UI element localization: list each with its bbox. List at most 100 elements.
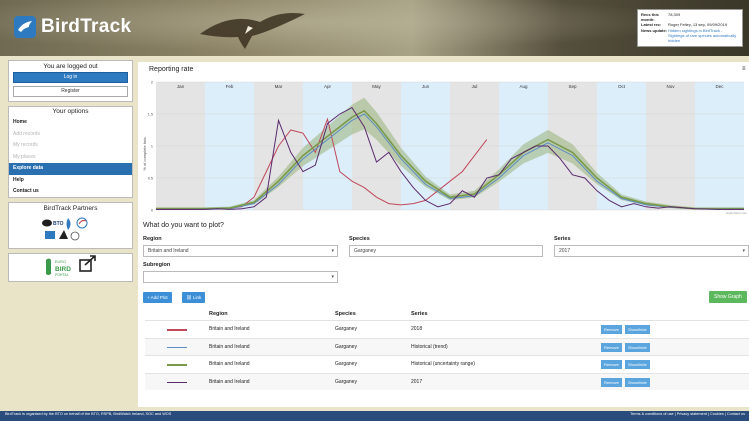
remove-button[interactable]: Remove	[601, 377, 622, 387]
login-status: You are logged out	[43, 63, 98, 70]
month-label: Feb	[226, 84, 234, 89]
show-hide-button[interactable]: Show/hide	[625, 342, 650, 352]
site-footer: BirdTrack is organised by the BTO on beh…	[0, 411, 749, 421]
bto-logo[interactable]: BTO	[42, 219, 64, 228]
ebp-line3: PORTAL	[55, 273, 69, 277]
header-region: Region	[209, 311, 228, 317]
wos-logo[interactable]	[59, 230, 68, 239]
news-link[interactable]: Hidden sightings in BirdTrack - Sighting…	[668, 28, 739, 44]
login-button[interactable]: Log in	[13, 72, 128, 83]
subregion-label: Subregion	[143, 262, 171, 268]
row-region: Britain and Ireland	[209, 343, 250, 350]
sidebar: You are logged out Log in Register Your …	[8, 60, 133, 286]
news-value: 78,309	[668, 12, 681, 17]
month-label: Jan	[177, 84, 185, 89]
month-label: Dec	[715, 84, 724, 89]
series-color-swatch	[167, 329, 187, 331]
row-species: Garganey	[335, 361, 357, 367]
species-input[interactable]: Garganey	[349, 245, 543, 257]
partner-logo[interactable]	[70, 231, 80, 241]
month-label: Sep	[568, 84, 577, 89]
month-label: Aug	[519, 84, 528, 89]
y-axis-ticks: 0 0.5 1 1.5 2	[148, 81, 153, 213]
y-tick-label: 1.5	[148, 113, 153, 117]
add-plot-button[interactable]: + Add Plot	[143, 292, 172, 303]
row-region: Britain and Ireland	[209, 326, 250, 332]
news-box: Recs this month: 78,309 Latest rec: Roger …	[637, 9, 743, 47]
app-name: BirdTrack	[41, 16, 132, 37]
show-hide-button[interactable]: Show/hide	[625, 325, 650, 334]
remove-button[interactable]: Remove	[601, 325, 622, 334]
row-series: 2017	[411, 378, 423, 385]
menu-my-places: My places	[13, 153, 36, 160]
month-label: Jul	[472, 84, 478, 89]
soc-logo[interactable]	[45, 231, 55, 239]
month-label: Nov	[666, 84, 675, 89]
show-hide-button[interactable]: Show/hide	[625, 377, 650, 387]
y-tick-label: 2	[151, 81, 153, 85]
reporting-rate-chart: Jan Feb Mar Apr May Jun Jul Aug Sep Oct Nov Dec 0 0.…	[142, 81, 747, 216]
eurobirdportal-panel[interactable]: EURO BIRD PORTAL	[8, 253, 133, 282]
table-row: Britain and Ireland Garganey 2018 Remove…	[145, 320, 749, 338]
birdwatch-ireland-logo[interactable]	[76, 217, 88, 229]
remove-button[interactable]: Remove	[601, 342, 622, 352]
series-color-swatch	[167, 364, 187, 366]
chart-title: Reporting rate	[149, 66, 194, 73]
register-button[interactable]: Register	[13, 86, 128, 97]
menu-home[interactable]: Home	[9, 117, 132, 129]
chevron-down-icon: ▾	[742, 248, 745, 254]
month-label: Jun	[422, 84, 430, 89]
table-row: Britain and Ireland Garganey Historical …	[145, 337, 749, 355]
row-series: Historical (trend)	[411, 343, 448, 350]
chart-credit: Highcharts.com	[726, 211, 747, 215]
partners-panel: BirdTrack Partners BTO	[8, 202, 133, 249]
news-key: News update:	[641, 27, 668, 33]
footer-text: BirdTrack is organised by the BTO on beh…	[5, 412, 172, 416]
news-key: Recs this month:	[641, 12, 659, 23]
chevron-down-icon: ▾	[331, 274, 334, 280]
ebp-line2: BIRD	[55, 266, 71, 273]
y-axis-label: % of complete lists	[142, 137, 147, 170]
month-label: Oct	[618, 84, 626, 89]
row-region: Britain and Ireland	[209, 378, 250, 385]
osprey-image	[200, 13, 305, 49]
remove-button[interactable]: Remove	[601, 360, 622, 369]
month-label: May	[372, 84, 381, 89]
link-button[interactable]: ⛓ Link	[182, 292, 206, 303]
birdtrack-logo[interactable]: BirdTrack	[14, 16, 131, 38]
y-tick-label: 1	[151, 145, 153, 149]
header-series: Series	[411, 311, 428, 317]
chart-menu-icon[interactable]: ≡	[742, 66, 746, 72]
plot-series-table: Region Species Series Britain and Irelan…	[145, 308, 749, 390]
row-region: Britain and Ireland	[209, 361, 250, 367]
footer-links[interactable]: Terms & conditions of use | Privacy stat…	[630, 412, 745, 417]
show-graph-button[interactable]: Show Graph	[709, 291, 747, 303]
ebp-line1: EURO	[55, 260, 66, 264]
row-species: Garganey	[335, 326, 357, 332]
external-link-icon	[79, 255, 96, 272]
subregion-select[interactable]: ▾	[143, 271, 338, 283]
region-select[interactable]: Britain and Ireland ▾	[143, 245, 338, 257]
partner-bto-label: BTO	[53, 221, 64, 227]
main-content: Reporting rate ≡ Jan Feb Mar Apr May Jun Jul Au…	[138, 62, 749, 407]
y-tick-label: 0	[151, 209, 153, 213]
series-color-swatch	[167, 346, 187, 348]
menu-help[interactable]: Help	[9, 175, 132, 187]
chevron-down-icon: ▾	[331, 248, 334, 254]
plot-question: What do you want to plot?	[143, 222, 224, 229]
region-value: Britain and Ireland	[148, 248, 189, 254]
month-label: Mar	[275, 84, 283, 89]
month-label: Apr	[324, 84, 332, 89]
options-panel: Your options Home Add records My records…	[8, 106, 133, 198]
species-label: Species	[349, 236, 370, 242]
header-species: Species	[335, 311, 356, 317]
menu-explore-data[interactable]: Explore data	[9, 163, 132, 175]
link-icon: ⛓	[186, 295, 193, 300]
rspb-logo[interactable]	[66, 218, 71, 230]
row-species: Garganey	[335, 343, 357, 350]
menu-my-records: My records	[13, 142, 38, 148]
y-tick-label: 0.5	[148, 177, 153, 181]
menu-contact-us[interactable]: Contact us	[9, 186, 132, 198]
series-select[interactable]: 2017 ▾	[554, 245, 749, 257]
show-hide-button[interactable]: Show/hide	[625, 360, 650, 369]
